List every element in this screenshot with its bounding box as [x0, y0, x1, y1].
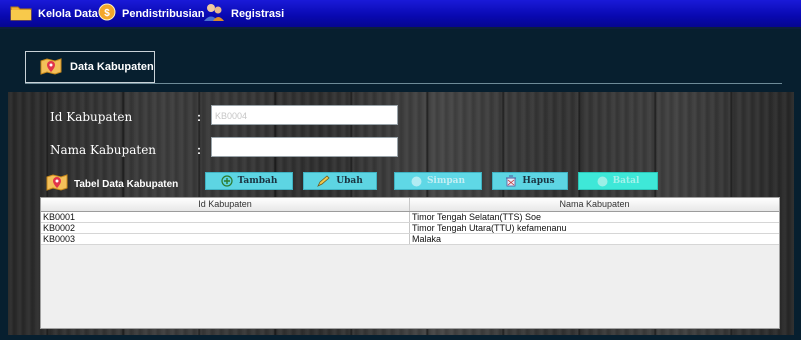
table-header: Id Kabupaten Nama Kabupaten	[41, 198, 779, 212]
hapus-button[interactable]: Hapus	[492, 172, 568, 190]
kabupaten-table[interactable]: Id Kabupaten Nama Kabupaten KB0001 Timor…	[40, 197, 780, 329]
ubah-label: Ubah	[336, 176, 363, 186]
batal-label: Batal	[612, 176, 640, 186]
simpan-button[interactable]: Simpan	[394, 172, 482, 190]
id-colon: :	[197, 110, 201, 124]
table-cell-nama: Timor Tengah Selatan(TTS) Soe	[412, 212, 542, 222]
tambah-label: Tambah	[237, 176, 278, 186]
tambah-button[interactable]: Tambah	[205, 172, 293, 190]
table-cell-id: KB0001	[41, 212, 410, 222]
users-icon	[203, 2, 225, 25]
table-row[interactable]: KB0003 Malaka	[41, 234, 779, 245]
menu-registrasi-label: Registrasi	[231, 7, 285, 20]
menu-kelola-data-label: Kelola Data	[38, 7, 98, 20]
map-pin-icon	[40, 58, 62, 76]
menu-kelola-data[interactable]: Kelola Data	[10, 3, 98, 24]
folder-icon	[10, 4, 32, 24]
trash-icon	[505, 175, 517, 187]
cancel-icon	[597, 176, 608, 187]
ubah-button[interactable]: Ubah	[303, 172, 377, 190]
nama-colon: :	[197, 143, 201, 157]
hapus-label: Hapus	[522, 176, 555, 186]
tabel-data-kabupaten-label: Tabel Data Kabupaten	[74, 179, 179, 190]
svg-text:$: $	[104, 8, 110, 19]
data-kabupaten-tab[interactable]: Data Kabupaten	[25, 51, 155, 83]
id-kabupaten-field[interactable]: KB0004	[211, 105, 398, 125]
pencil-icon	[317, 175, 331, 187]
plus-circle-icon	[220, 175, 233, 187]
column-header-nama-kabupaten[interactable]: Nama Kabupaten	[410, 198, 779, 211]
money-coin-icon: $	[98, 3, 116, 24]
menu-pendistribusian-label: Pendistribusian	[122, 7, 205, 20]
menu-bar: Kelola Data $ Pendistribusian Registrasi	[0, 0, 801, 29]
table-cell-id: KB0002	[41, 223, 410, 233]
table-row[interactable]: KB0001 Timor Tengah Selatan(TTS) Soe	[41, 212, 779, 223]
id-kabupaten-label: Id Kabupaten	[50, 110, 133, 124]
tabel-data-kabupaten-title: Tabel Data Kabupaten	[46, 174, 178, 195]
column-header-id-kabupaten[interactable]: Id Kabupaten	[41, 198, 410, 211]
batal-button[interactable]: Batal	[578, 172, 658, 190]
data-kabupaten-tab-label: Data Kabupaten	[70, 61, 154, 73]
table-cell-nama: Timor Tengah Utara(TTU) kefamenanu	[412, 223, 567, 233]
save-icon	[411, 176, 422, 187]
table-cell-nama: Malaka	[412, 234, 442, 244]
menu-registrasi[interactable]: Registrasi	[203, 3, 284, 24]
app-window: Kelola Data $ Pendistribusian Registrasi…	[0, 0, 801, 340]
separator-line	[25, 83, 782, 84]
nama-kabupaten-label: Nama Kabupaten	[50, 143, 157, 157]
table-cell-id: KB0003	[41, 234, 410, 244]
simpan-label: Simpan	[426, 176, 466, 186]
menu-pendistribusian[interactable]: $ Pendistribusian	[98, 3, 205, 24]
map-pin-icon	[46, 174, 68, 195]
table-row[interactable]: KB0002 Timor Tengah Utara(TTU) kefamenan…	[41, 223, 779, 234]
nama-kabupaten-field[interactable]	[211, 137, 398, 157]
